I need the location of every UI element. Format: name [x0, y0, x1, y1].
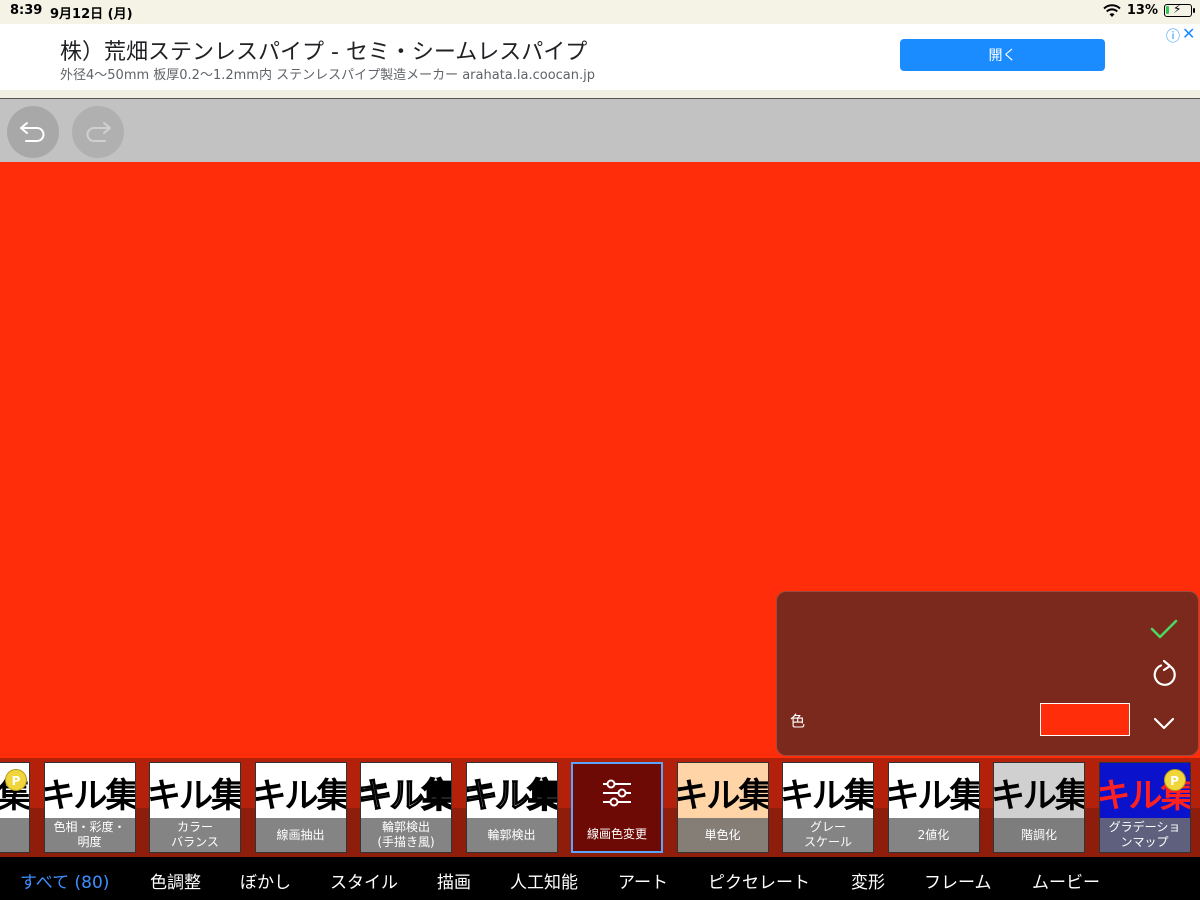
redo-icon	[86, 122, 111, 142]
battery-percent: 13%	[1126, 3, 1158, 18]
filter-settings-panel: 色	[776, 591, 1199, 756]
filter-thumbnail: キル集	[254, 775, 347, 816]
filter-label: 2値化	[888, 818, 979, 852]
filter-thumbnail: キル集	[887, 775, 980, 816]
filter-item[interactable]: 集ープP	[0, 762, 30, 853]
filter-strip[interactable]: 集ープPキル集色相・彩度・ 明度キル集カラー バランスキル集線画抽出キル集輪郭検…	[0, 758, 1200, 857]
filter-item[interactable]: キル集 カラー バランス	[149, 762, 241, 853]
category-tab[interactable]: すべて (80)	[20, 868, 109, 893]
bolt-icon: ⚡	[1173, 2, 1182, 16]
ad-banner[interactable]: 株）荒畑ステンレスパイプ - セミ・シームレスパイプ 外径4〜50mm 板厚0.…	[0, 24, 1200, 90]
filter-label: 線画色変更	[586, 826, 647, 841]
filter-thumbnail: キル集	[782, 775, 874, 816]
filter-item[interactable]: 線画色変更	[571, 762, 663, 853]
filter-item[interactable]: キル集 2値化	[887, 762, 980, 853]
filter-item[interactable]: キル集 色相・彩度・ 明度	[43, 762, 136, 853]
filter-thumbnail: キル集	[360, 775, 452, 817]
battery-level	[1166, 6, 1170, 14]
filter-thumbnail: キル集	[676, 775, 769, 816]
premium-badge-icon: P	[5, 769, 27, 791]
sliders-icon	[573, 764, 661, 822]
premium-badge-icon: P	[1163, 769, 1186, 791]
category-tab[interactable]: ぼかし	[240, 868, 291, 893]
category-bar: すべて (80) 色調整 ぼかし スタイル 描画 人工知能 アート ピクセレート 変形 フレーム ム…	[0, 857, 1200, 900]
category-tab[interactable]: アート	[618, 868, 668, 893]
undo-button[interactable]	[7, 106, 59, 158]
filter-label: グレー スケール	[783, 818, 873, 852]
redo-button[interactable]	[72, 106, 124, 158]
filter-label: 色相・彩度・ 明度	[44, 818, 135, 852]
app-screen: 8:39 9月12日 (月) 13% ⚡ 株）荒畑ステンレスパイプ - セミ・シ…	[0, 0, 1200, 900]
filter-item[interactable]: キル集 単色化	[676, 762, 769, 853]
undo-icon	[20, 122, 45, 142]
ad-close-icon[interactable]: ✕	[1182, 24, 1195, 43]
filter-label: 線画抽出	[255, 818, 346, 852]
category-tab[interactable]: ムービー	[1032, 868, 1100, 893]
filter-label: 輪郭検出 (手描き風)	[361, 818, 451, 852]
ad-description[interactable]: 外径4〜50mm 板厚0.2〜1.2mm内 ステンレスパイプ製造メーカー ara…	[60, 64, 595, 83]
ad-title[interactable]: 株）荒畑ステンレスパイプ - セミ・シームレスパイプ	[60, 34, 587, 66]
status-date: 9月12日 (月)	[50, 7, 133, 22]
status-right: 13% ⚡	[1103, 2, 1195, 18]
status-time: 8:39	[10, 3, 43, 18]
category-tab[interactable]: 変形	[851, 868, 885, 893]
category-tab[interactable]: ピクセレート	[708, 868, 810, 893]
filter-item[interactable]: キル集 輪郭検出 (手描き風)	[360, 762, 452, 853]
wifi-icon	[1103, 3, 1121, 17]
filter-thumbnail: キル集	[149, 775, 241, 816]
edit-toolbar	[0, 98, 1200, 162]
category-tab[interactable]: 人工知能	[510, 868, 578, 893]
filter-item[interactable]: キル集 グラデーショ ンマップ P	[1098, 762, 1191, 853]
battery-charging-icon: ⚡	[1164, 2, 1195, 17]
category-tab[interactable]: フレーム	[924, 868, 992, 893]
category-tab[interactable]: スタイル	[330, 868, 398, 893]
status-bar: 8:39 9月12日 (月) 13% ⚡	[0, 0, 1200, 24]
color-label: 色	[790, 712, 806, 730]
filter-label: ープ	[0, 818, 29, 852]
reset-icon[interactable]	[1147, 657, 1181, 691]
filter-thumbnail: キル集	[465, 775, 558, 817]
filter-label: グラデーショ ンマップ	[1099, 818, 1190, 852]
filter-item[interactable]: キル集 線画抽出	[254, 762, 347, 853]
check-icon[interactable]	[1147, 612, 1181, 646]
filter-label: カラー バランス	[150, 818, 240, 852]
filter-thumbnail: キル集	[993, 775, 1085, 816]
chevron-down-icon[interactable]	[1147, 707, 1181, 741]
filter-label: 輪郭検出	[466, 818, 557, 852]
filter-item[interactable]: キル集 輪郭検出	[465, 762, 558, 853]
ad-divider	[0, 90, 1200, 98]
filter-label: 階調化	[994, 818, 1084, 852]
filter-label: 単色化	[677, 818, 768, 852]
category-tab[interactable]: 色調整	[150, 868, 201, 893]
category-tab[interactable]: 描画	[437, 868, 471, 893]
color-swatch[interactable]	[1040, 703, 1130, 736]
filter-item[interactable]: キル集 グレー スケール	[782, 762, 874, 853]
ad-info-icon[interactable]: ⓘ	[1166, 26, 1180, 46]
filter-thumbnail: キル集	[43, 775, 136, 816]
filter-item[interactable]: キル集 階調化	[993, 762, 1085, 853]
ad-open-button[interactable]: 開く	[900, 39, 1105, 71]
